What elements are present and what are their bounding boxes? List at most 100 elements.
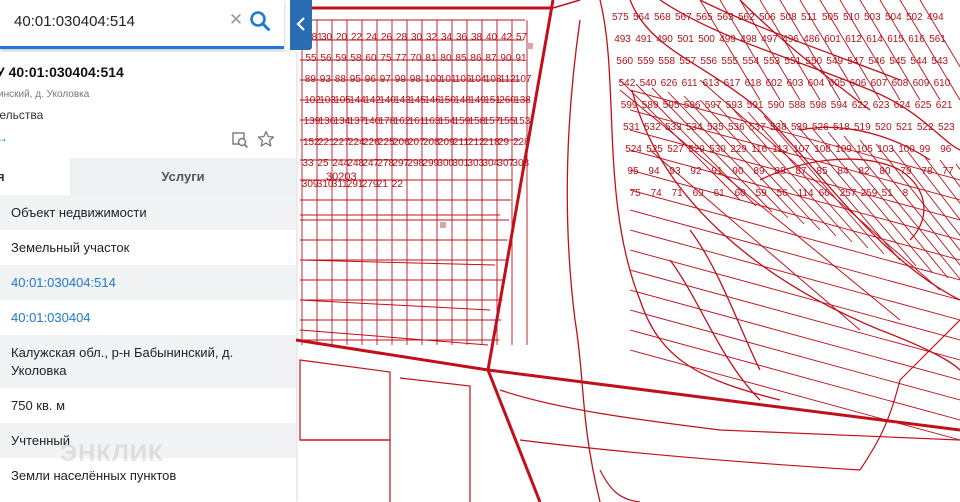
parcel-label: 530 <box>709 144 726 155</box>
parcel-label: 560 <box>616 56 633 67</box>
tab-services[interactable]: Услуги <box>70 158 296 195</box>
parcel-label: 597 <box>705 100 722 111</box>
selected-parcel-marker[interactable] <box>440 222 446 228</box>
parcel-label: 511 <box>801 12 817 23</box>
parcel-label: 80 <box>879 166 891 177</box>
parcel-label: 259 <box>861 188 878 199</box>
search-icon[interactable] <box>249 10 271 32</box>
parcel-label: 563 <box>717 12 734 23</box>
parcel-label: 55 <box>305 53 317 64</box>
parcel-label: 60 <box>735 188 747 199</box>
parcel-label: 494 <box>927 12 944 23</box>
close-icon[interactable]: ✕ <box>226 10 246 30</box>
parcel-label: 593 <box>726 100 743 111</box>
object-panel: У 40:01:030404:514 инский, д. Уколовка т… <box>0 52 296 502</box>
parcel-label: 79 <box>900 166 912 177</box>
parcel-label: 88 <box>335 74 347 85</box>
parcel-label: 547 <box>847 56 864 67</box>
parcel-label: 553 <box>763 56 780 67</box>
parcel-label: 594 <box>831 100 848 111</box>
parcel-label: 546 <box>868 56 885 67</box>
parcel-label: 78 <box>921 166 933 177</box>
share-link[interactable]: → <box>0 131 8 145</box>
parcel-label: 567 <box>675 12 692 23</box>
parcel-label: 22 <box>351 32 363 43</box>
parcel-label: 59 <box>335 53 347 64</box>
locate-on-map-icon[interactable] <box>231 131 249 149</box>
parcel-label: 70 <box>410 53 422 64</box>
parcel-label: 21 <box>377 179 389 190</box>
parcel-label: 94 <box>648 166 660 177</box>
parcel-label: 544 <box>910 56 927 67</box>
parcel-label: 534 <box>686 122 703 133</box>
parcel-label: 29 <box>498 137 510 148</box>
collapse-panel-button[interactable] <box>290 0 312 50</box>
parcel-label: 533 <box>665 122 682 133</box>
parcel-label: 87 <box>485 53 497 64</box>
parcel-label: 610 <box>934 78 951 89</box>
search-input[interactable] <box>12 12 216 31</box>
parcel-label: 500 <box>698 34 715 45</box>
parcel-label: 557 <box>679 56 696 67</box>
parcel-label: 624 <box>894 100 911 111</box>
property-row-area: 750 кв. м <box>11 397 66 413</box>
parcel-label: 538 <box>770 122 787 133</box>
parcel-label: 524 <box>625 144 642 155</box>
parcel-label: 36 <box>456 32 468 43</box>
parcel-label: 80 <box>440 53 452 64</box>
parcel-label: 96 <box>365 74 377 85</box>
parcel-label: 550 <box>805 56 822 67</box>
parcel-label: 229 <box>730 144 747 155</box>
parcel-label: 565 <box>696 12 713 23</box>
parcel-label: 107 <box>793 144 810 155</box>
parcel-label: 501 <box>677 34 694 45</box>
parcel-label: 559 <box>637 56 654 67</box>
parcel-label: 523 <box>938 122 955 133</box>
parcel-label: 486 <box>803 34 820 45</box>
parcel-label: 607 <box>871 78 888 89</box>
parcel-label: 612 <box>845 34 862 45</box>
parcel-label: 95 <box>350 74 362 85</box>
parcel-label: 87 <box>795 166 807 177</box>
parcel-label: 40 <box>486 32 498 43</box>
parcel-label: 99 <box>919 144 931 155</box>
parcel-label: 618 <box>745 78 762 89</box>
chevron-left-icon <box>296 17 305 31</box>
star-icon[interactable] <box>257 130 275 148</box>
property-row-cadastral-number[interactable]: 40:01:030404:514 <box>0 265 296 300</box>
parcel-label: 568 <box>654 12 671 23</box>
parcel-label: 114 <box>798 188 814 199</box>
tab-information[interactable]: я <box>0 158 70 195</box>
parcel-label: 622 <box>852 100 869 111</box>
property-row-address: Калужская обл., р-н Бабынинский, д. Укол… <box>0 335 296 388</box>
parcel-label: 56 <box>777 188 789 199</box>
parcel-label: 58 <box>350 53 362 64</box>
parcel-label: 77 <box>395 53 407 64</box>
parcel-label: 496 <box>782 34 799 45</box>
parcel-label: 542 <box>619 78 636 89</box>
parcel-label: 105 <box>856 144 873 155</box>
parcel-label: 532 <box>644 122 661 133</box>
parcel-label: 93 <box>320 74 332 85</box>
parcel-label: 89 <box>753 166 765 177</box>
parcel-label: 609 <box>913 78 930 89</box>
parcel-label: 527 <box>667 144 684 155</box>
parcel-label: 520 <box>875 122 892 133</box>
parcel-label: 575 <box>612 12 629 23</box>
object-address: инский, д. Уколовка <box>0 89 90 100</box>
parcel-label: 108 <box>814 144 831 155</box>
parcel-label: 602 <box>766 78 783 89</box>
parcel-label: 596 <box>684 100 701 111</box>
parcel-label: 536 <box>728 122 745 133</box>
parcel-label: 526 <box>812 122 829 133</box>
parcel-label: 562 <box>738 12 755 23</box>
tab-bar: я Услуги <box>0 158 296 195</box>
parcel-label: 85 <box>455 53 467 64</box>
parcel-label: 90 <box>732 166 744 177</box>
parcel-label: 60 <box>365 53 377 64</box>
parcel-label: 91 <box>515 53 527 64</box>
parcel-label: 69 <box>693 188 705 199</box>
parcel-label: 228 <box>513 137 530 148</box>
parcel-label: 505 <box>822 12 839 23</box>
property-row-cadastral-quarter[interactable]: 40:01:030404 <box>0 300 296 335</box>
